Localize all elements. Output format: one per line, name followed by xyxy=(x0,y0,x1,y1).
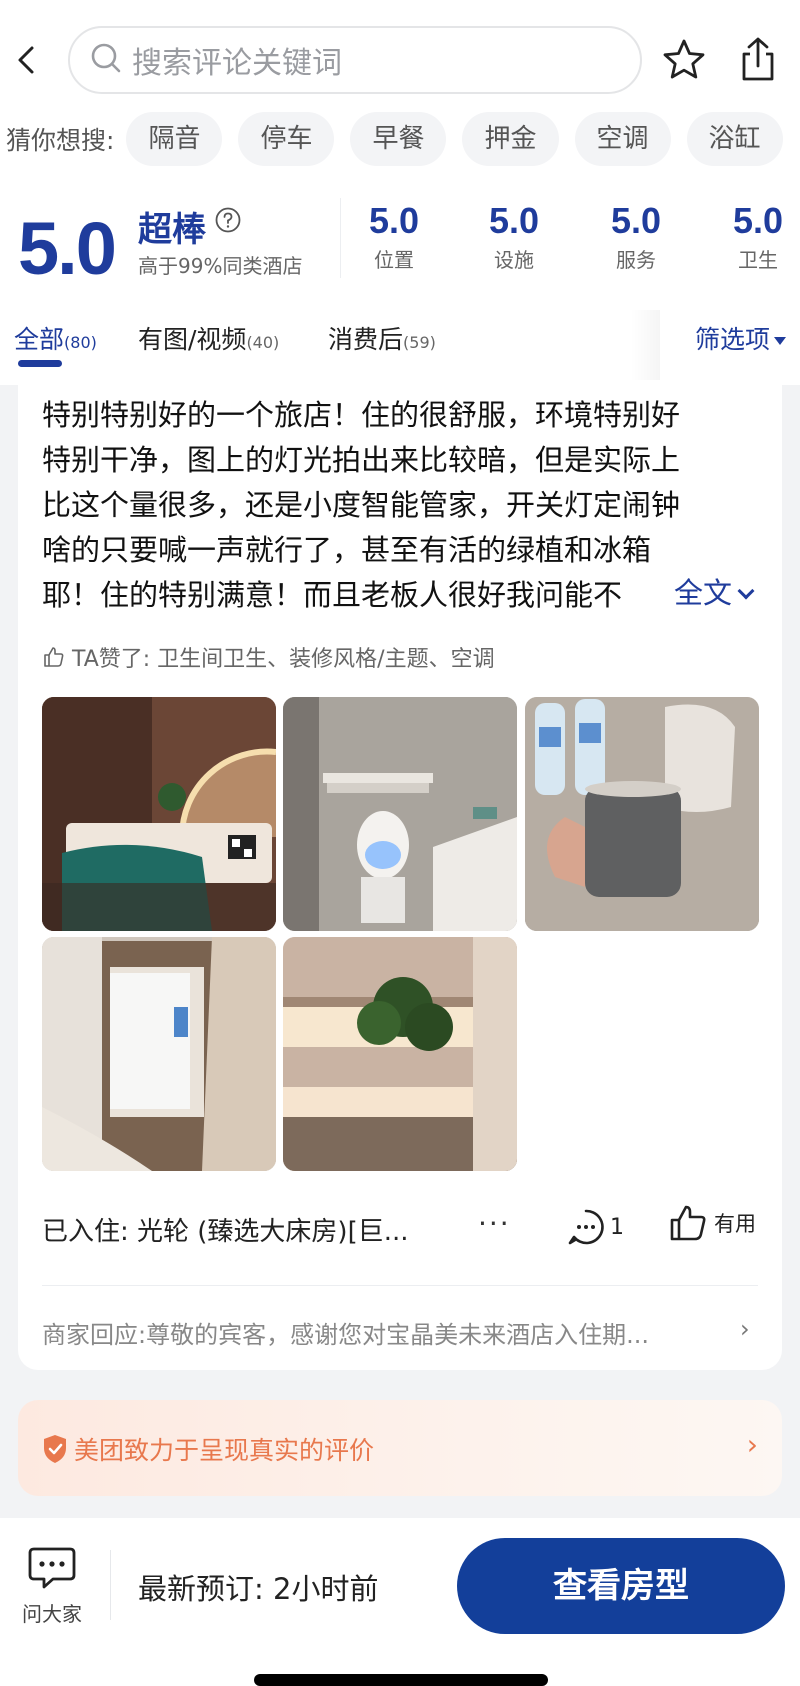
authenticity-notice[interactable]: 美团致力于呈现真实的评价 › xyxy=(18,1400,782,1496)
view-rooms-button[interactable]: 查看房型 xyxy=(457,1538,785,1634)
tab-photo-video[interactable]: 有图/视频(40) xyxy=(138,320,279,356)
suggestion-row: 猜你想搜: 隔音 停车 早餐 押金 空调 浴缸 xyxy=(0,112,800,166)
chat-bubble-icon xyxy=(28,1547,76,1589)
suggestion-chip[interactable]: 隔音 xyxy=(126,112,223,166)
top-panel: 搜索评论关键词 猜你想搜: 隔音 停车 早餐 押金 空调 浴缸 5.0 超棒 高… xyxy=(0,0,800,385)
home-indicator xyxy=(254,1674,548,1686)
subscore-hygiene: 5.0 卫生 xyxy=(708,200,800,273)
tab-count: (80) xyxy=(64,333,97,352)
subscore-label: 服务 xyxy=(616,248,656,272)
suggestion-chip[interactable]: 浴缸 xyxy=(686,112,783,166)
divider xyxy=(340,198,341,278)
shield-check-icon xyxy=(44,1435,66,1463)
notice-text: 美团致力于呈现真实的评价 xyxy=(74,1436,375,1465)
merchant-reply-text: 商家回应:尊敬的宾客，感谢您对宝晶美未来酒店入住期... xyxy=(42,1321,649,1349)
review-photo-bathroom[interactable] xyxy=(283,697,517,931)
subscore-facilities: 5.0 设施 xyxy=(464,200,564,273)
suggestion-label: 猜你想搜: xyxy=(6,126,115,155)
rating-grade: 超棒 xyxy=(138,210,206,250)
subscore-value: 5.0 xyxy=(610,200,662,241)
chevron-right-icon: › xyxy=(746,1428,758,1461)
useful-label: 有用 xyxy=(714,1212,756,1236)
tab-label: 全部 xyxy=(14,325,65,354)
star-icon[interactable] xyxy=(660,36,708,84)
suggestion-chip[interactable]: 押金 xyxy=(462,112,559,166)
review-line: 啥的只要喊一声就行了，甚至有活的绿植和冰箱 xyxy=(42,533,652,567)
review-tabs: 全部(80) 有图/视频(40) 消费后(59) 筛选项 xyxy=(0,310,800,385)
filter-label: 筛选项 xyxy=(694,325,770,354)
useful-button[interactable]: 有用 xyxy=(668,1203,756,1243)
subscore-service: 5.0 服务 xyxy=(586,200,686,273)
latest-booking: 最新预订: 2小时前 xyxy=(138,1572,379,1606)
divider xyxy=(110,1550,111,1620)
liked-text: TA赞了: 卫生间卫生、装修风格/主题、空调 xyxy=(72,647,495,672)
ask-label: 问大家 xyxy=(22,1602,82,1626)
help-icon[interactable] xyxy=(214,206,242,234)
comment-count: 1 xyxy=(610,1214,624,1240)
review-line: 特别干净，图上的灯光拍出来比较暗，但是实际上 xyxy=(42,443,681,477)
search-input[interactable]: 搜索评论关键词 xyxy=(68,26,642,94)
review-photo-mini-fridge[interactable] xyxy=(42,937,276,1171)
thumbs-up-icon xyxy=(44,647,64,667)
review-photo-bedroom[interactable] xyxy=(42,697,276,931)
active-tab-indicator xyxy=(18,360,62,367)
divider xyxy=(42,1285,758,1286)
review-card: 特别特别好的一个旅店！住的很舒服，环境特别好 特别干净，图上的灯光拍出来比较暗，… xyxy=(18,385,782,1370)
review-photo-mug-and-water[interactable] xyxy=(525,697,759,931)
chevron-down-icon xyxy=(737,582,755,600)
suggestion-chip[interactable]: 早餐 xyxy=(350,112,447,166)
filter-button[interactable]: 筛选项 xyxy=(695,320,786,356)
subscore-value: 5.0 xyxy=(368,200,420,241)
subscore-location: 5.0 位置 xyxy=(344,200,444,273)
liked-aspects: TA赞了: 卫生间卫生、装修风格/主题、空调 xyxy=(42,641,495,673)
subscore-label: 位置 xyxy=(374,248,414,272)
full-text-label: 全文 xyxy=(674,576,733,610)
share-icon[interactable] xyxy=(734,34,782,84)
filter-shadow xyxy=(630,310,660,380)
caret-down-icon xyxy=(774,337,786,345)
suggestion-chip[interactable]: 空调 xyxy=(574,112,671,166)
review-text[interactable]: 特别特别好的一个旅店！住的很舒服，环境特别好 特别干净，图上的灯光拍出来比较暗，… xyxy=(42,393,762,618)
review-line: 特别特别好的一个旅店！住的很舒服，环境特别好 xyxy=(42,398,681,432)
suggestion-chip[interactable]: 停车 xyxy=(238,112,335,166)
tab-label: 有图/视频 xyxy=(138,325,247,354)
tab-count: (59) xyxy=(403,333,436,352)
ask-everyone-button[interactable]: 问大家 xyxy=(14,1546,90,1627)
review-photo-shelf-plant[interactable] xyxy=(283,937,517,1171)
overall-score: 5.0 xyxy=(18,207,117,290)
subscore-label: 卫生 xyxy=(738,248,778,272)
review-line: 耶！住的特别满意！而且老板人很好我问能不 xyxy=(42,578,623,612)
expand-full-text-link[interactable]: 全文 xyxy=(668,570,755,612)
comment-icon xyxy=(568,1209,604,1245)
merchant-reply[interactable]: 商家回应:尊敬的宾客，感谢您对宝晶美未来酒店入住期... › xyxy=(42,1315,750,1350)
review-line: 比这个量很多，还是小度智能管家，开关灯定闹钟 xyxy=(42,488,681,522)
rating-percentile: 高于99%同类酒店 xyxy=(138,254,303,278)
search-placeholder: 搜索评论关键词 xyxy=(132,46,342,81)
stay-info: 已入住: 光轮 (臻选大床房)[巨... xyxy=(42,1217,409,1247)
tab-label: 消费后 xyxy=(328,325,404,354)
thumbs-up-icon xyxy=(670,1205,706,1241)
search-icon xyxy=(90,42,122,78)
chevron-right-icon: › xyxy=(740,1315,750,1343)
back-icon[interactable] xyxy=(6,38,50,82)
comment-button[interactable]: 1 xyxy=(566,1207,624,1247)
tab-after-purchase[interactable]: 消费后(59) xyxy=(328,320,436,356)
bottom-bar: 问大家 最新预订: 2小时前 查看房型 xyxy=(0,1518,800,1686)
header-bar: 搜索评论关键词 xyxy=(0,22,800,98)
subscore-value: 5.0 xyxy=(732,200,784,241)
more-options-button[interactable]: ··· xyxy=(478,1207,511,1240)
tab-count: (40) xyxy=(246,333,280,352)
subscore-label: 设施 xyxy=(494,248,534,272)
tab-all[interactable]: 全部(80) xyxy=(14,320,97,356)
subscore-value: 5.0 xyxy=(488,200,540,241)
rating-summary: 5.0 超棒 高于99%同类酒店 5.0 位置 5.0 设施 5.0 服务 5.… xyxy=(0,196,800,296)
